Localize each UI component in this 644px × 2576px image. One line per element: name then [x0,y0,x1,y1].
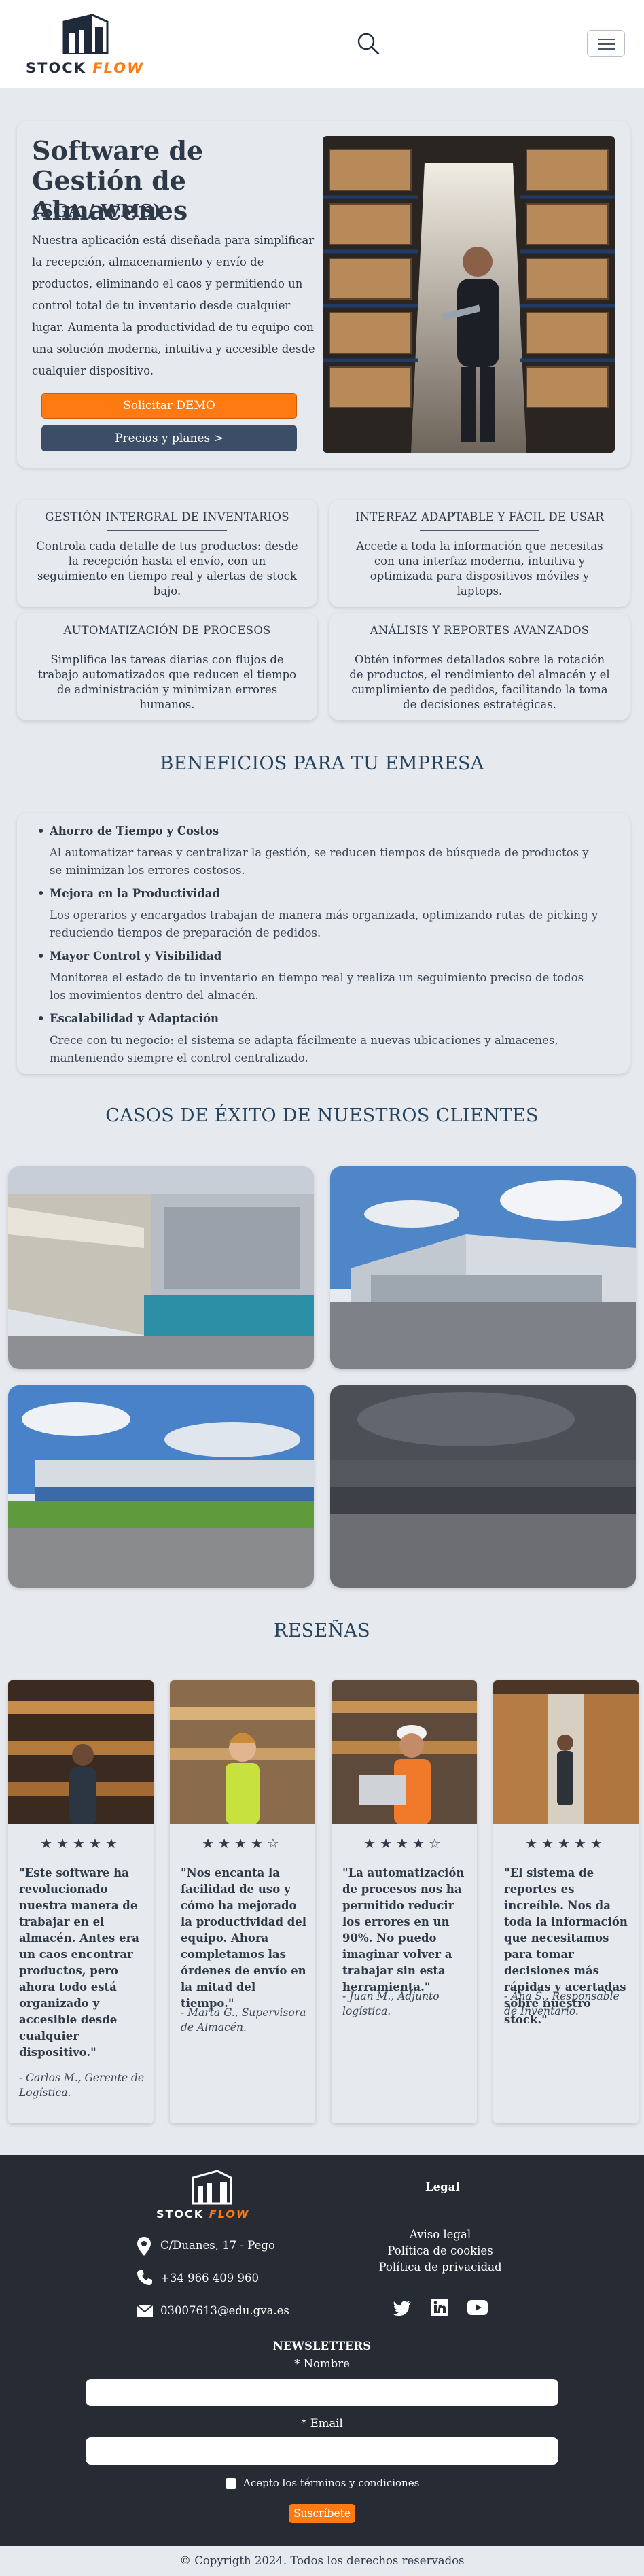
search-button[interactable] [356,31,380,56]
email-input[interactable] [86,2437,558,2465]
youtube-icon[interactable] [467,2300,488,2315]
feature-card: INTERFAZ ADAPTABLE Y FÁCIL DE USAR Acced… [329,500,630,607]
legal-link-cookies[interactable]: Política de cookies [0,2244,644,2257]
benefit-text: Los operarios y encargados trabajan de m… [50,909,598,939]
benefit-item: Mayor Control y Visibilidad Monitorea el… [35,947,598,1005]
warehouse-supervisor-image [170,1680,315,1824]
benefit-title: Ahorro de Tiempo y Costos [35,822,598,840]
logo-text: STOCK FLOW [26,60,145,76]
feature-text: Accede a toda la información que necesit… [356,540,603,597]
hamburger-icon [598,39,615,50]
benefit-item: Mejora en la Productividad Los operarios… [35,885,598,942]
cases-title: CASOS DE ÉXITO DE NUESTROS CLIENTES [105,1105,539,1126]
footer-logo-text: STOCK FLOW [156,2208,250,2221]
review-author: - Juan M., Adjunto logística. [342,1990,440,2017]
logistics-worker-laptop-image [332,1680,477,1824]
reviewer-photo [8,1680,154,1824]
email-label: * Email [301,2417,343,2430]
review-card: ★★★★☆ "La automatización de procesos nos… [332,1680,477,2123]
feature-card: GESTIÓN INTERGRAL DE INVENTARIOS Control… [17,500,317,607]
feature-text: Obtén informes detallados sobre la rotac… [349,653,610,711]
benefit-item: Ahorro de Tiempo y Costos Al automatizar… [35,822,598,880]
site-header: STOCK FLOW [0,0,644,88]
benefits-title: BENEFICIOS PARA TU EMPRESA [160,753,484,774]
review-card: ★★★★★ "El sistema de reportes es increíb… [493,1680,639,2123]
warehouse-worker-image [8,1680,154,1824]
subscribe-button[interactable]: Suscríbete [289,2504,355,2523]
terms-label[interactable]: Acepto los términos y condiciones [243,2477,419,2489]
terms-checkbox[interactable] [226,2478,236,2489]
warehouse-worker-image [323,136,615,453]
benefits-panel: Ahorro de Tiempo y Costos Al automatizar… [17,813,630,1074]
review-quote: "La automatización de procesos nos ha pe… [342,1866,465,1994]
hero-warehouse-photo [323,136,615,453]
case-photo [8,1166,314,1369]
inventory-worker-image [493,1680,639,1824]
menu-toggle-button[interactable] [587,30,625,57]
mail-icon [136,2304,154,2318]
reviewer-photo [493,1680,639,1824]
review-card: ★★★★☆ "Nos encanta la facilidad de uso y… [170,1680,315,2123]
feature-title: GESTIÓN INTERGRAL DE INVENTARIOS [45,510,289,523]
review-quote: "Este software ha revolucionado nuestra … [19,1866,139,2059]
hero-section: Software de Gestión de Almacenes (SGA / … [17,121,630,468]
reviewer-photo [170,1680,315,1824]
feature-text: Simplifica las tareas diarias con flujos… [37,653,297,711]
feature-card: ANÁLISIS Y REPORTES AVANZADOS Obtén info… [329,613,630,720]
warehouse-loading-dock-image [8,1166,314,1369]
reviews-title: RESEÑAS [274,1620,370,1641]
legal-link-privacy[interactable]: Política de privacidad [0,2261,644,2274]
star-rating: ★★★★★ [40,1835,122,1851]
feature-title: INTERFAZ ADAPTABLE Y FÁCIL DE USAR [355,510,604,523]
legal-title: Legal [425,2180,460,2193]
star-rating: ★★★★☆ [363,1835,445,1851]
star-rating: ★★★★★ [525,1835,607,1851]
divider [420,530,539,531]
divider [107,530,227,531]
hero-subtitle: (SGA / WMS) [32,201,162,222]
newsletter-title: NEWSLETTERS [272,2339,372,2352]
benefit-title: Escalabilidad y Adaptación [35,1010,598,1028]
review-author: - Ana S., Responsable de Inventario. [504,1990,620,2017]
warehouse-exterior-image [330,1166,636,1369]
review-author: - Carlos M., Gerente de Logística. [19,2072,145,2099]
benefit-text: Monitorea el estado de tu inventario en … [50,971,584,1002]
benefit-text: Crece con tu negocio: el sistema se adap… [50,1034,558,1064]
benefit-title: Mayor Control y Visibilidad [35,947,598,965]
prices-plans-button[interactable]: Precios y planes > [41,425,297,451]
warehouse-field-image [8,1385,314,1588]
review-author: - Marta G., Supervisora de Almacén. [181,2006,306,2034]
request-demo-button[interactable]: Solicitar DEMO [41,393,297,419]
warehouse-cloudy-image [330,1385,636,1588]
benefit-text: Al automatizar tareas y centralizar la g… [50,846,589,877]
legal-link-aviso[interactable]: Aviso legal [0,2228,644,2241]
case-photo [330,1385,636,1588]
benefit-item: Escalabilidad y Adaptación Crece con tu … [35,1010,598,1067]
copyright-text: © Copyrigth 2024. Todos los derechos res… [0,2546,644,2576]
review-card: ★★★★★ "Este software ha revolucionado nu… [8,1680,154,2123]
review-quote: "Nos encanta la facilidad de uso y cómo … [181,1866,307,2010]
footer-email[interactable]: 03007613@edu.gva.es [160,2304,289,2317]
twitter-icon[interactable] [393,2300,412,2316]
search-icon [357,33,380,55]
site-footer: STOCK FLOW C/Duanes, 17 - Pego +34 966 4… [0,2155,644,2546]
feature-card: AUTOMATIZACIÓN DE PROCESOS Simplifica la… [17,613,317,720]
reviewer-photo [332,1680,477,1824]
hero-description: Nuestra aplicación está diseñada para si… [32,234,315,377]
name-input[interactable] [86,2379,558,2406]
case-photo [330,1166,636,1369]
linkedin-icon[interactable] [431,2299,448,2316]
feature-text: Controla cada detalle de tus productos: … [36,540,298,597]
case-photo [8,1385,314,1588]
benefit-title: Mejora en la Productividad [35,885,598,903]
feature-title: ANÁLISIS Y REPORTES AVANZADOS [370,624,590,637]
name-label: * Nombre [294,2357,350,2370]
feature-title: AUTOMATIZACIÓN DE PROCESOS [63,624,271,637]
star-rating: ★★★★☆ [202,1835,283,1851]
